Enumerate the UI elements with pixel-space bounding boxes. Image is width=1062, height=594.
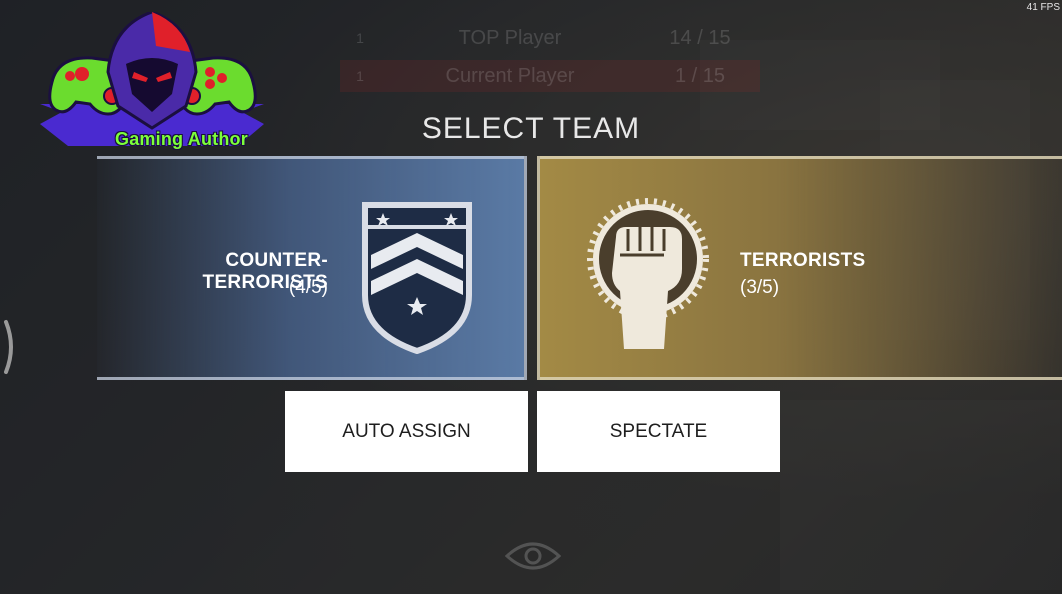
- raised-fist-icon: [587, 198, 709, 349]
- scoreboard-row-top: 1 TOP Player 14 / 15: [340, 22, 760, 54]
- chevron-shield-icon: [362, 202, 472, 354]
- score-rank: 1: [356, 68, 364, 84]
- fps-counter: 41 FPS: [1026, 2, 1060, 13]
- side-drawer-handle-icon[interactable]: [2, 318, 16, 376]
- spectate-button[interactable]: SPECTATE: [537, 391, 780, 472]
- scoreboard: 1 TOP Player 14 / 15 1 Current Player 1 …: [340, 22, 760, 98]
- score-value: 14 / 15: [669, 26, 731, 49]
- score-value: 1 / 15: [674, 64, 726, 87]
- team-card-terrorists[interactable]: TERRORISTS (3/5): [537, 156, 1062, 380]
- team-card-counter-terrorists[interactable]: COUNTER-TERRORISTS (4/5): [97, 156, 527, 380]
- team-player-count: (3/5): [740, 277, 780, 298]
- auto-assign-button[interactable]: AUTO ASSIGN: [285, 391, 528, 472]
- team-player-count: (4/5): [288, 277, 328, 298]
- score-player-name: Current Player: [445, 64, 575, 87]
- select-team-title: SELECT TEAM: [421, 112, 641, 145]
- scoreboard-row-current: 1 Current Player 1 / 15: [340, 60, 760, 92]
- team-name: TERRORISTS: [740, 250, 866, 271]
- score-rank: 1: [356, 30, 364, 46]
- score-player-name: TOP Player: [458, 26, 562, 49]
- eye-icon: [505, 542, 561, 570]
